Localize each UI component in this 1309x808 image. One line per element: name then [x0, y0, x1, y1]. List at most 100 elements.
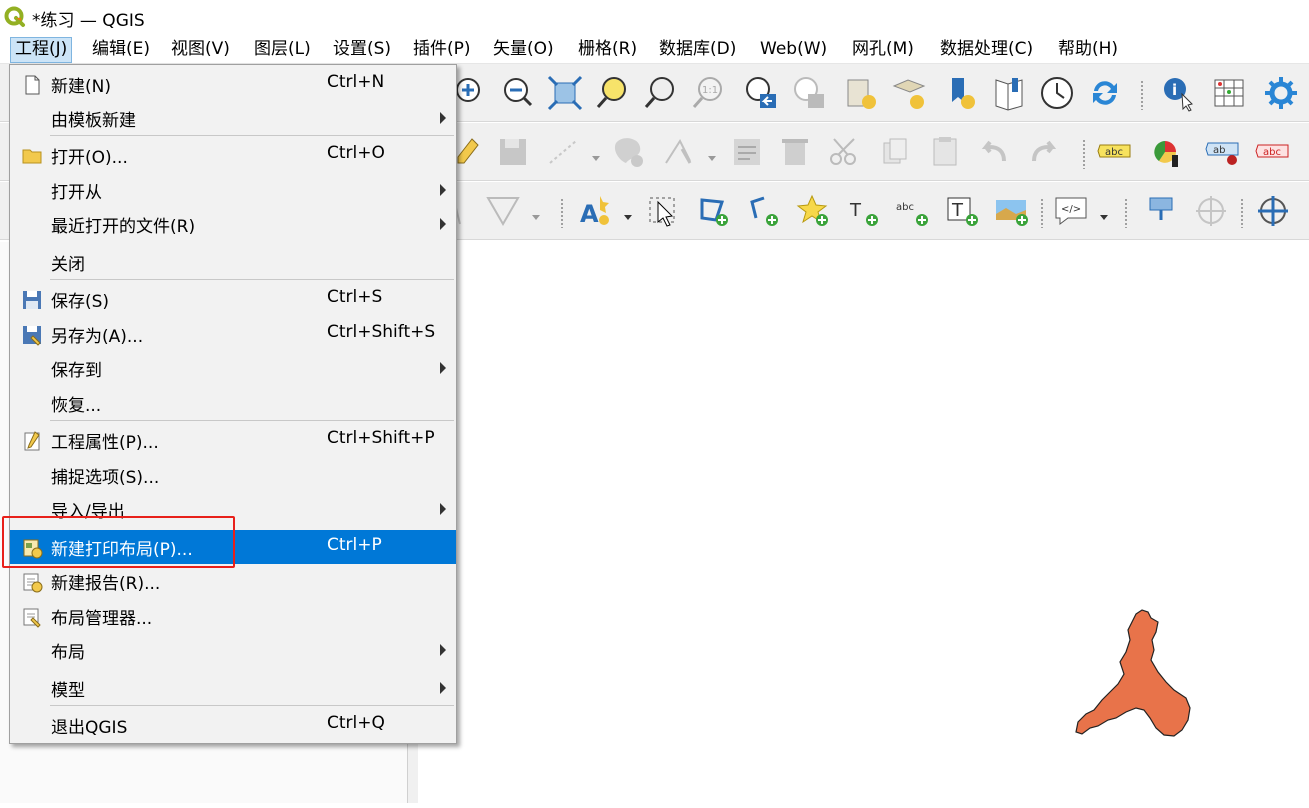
polygon-feature[interactable] — [1075, 609, 1191, 737]
menu-item-new-from-template[interactable]: 由模板新建 — [10, 101, 456, 135]
copy-features-icon[interactable] — [876, 133, 914, 171]
attribute-table-icon[interactable] — [1210, 74, 1248, 112]
add-line-icon[interactable] — [544, 133, 582, 171]
zoom-next-icon[interactable] — [790, 74, 828, 112]
temporal-controller-icon[interactable] — [1038, 74, 1076, 112]
layer-diagram-icon[interactable] — [1146, 133, 1184, 171]
chevron-down-icon[interactable] — [590, 149, 602, 161]
submenu-arrow-icon — [440, 362, 446, 374]
menu-item-layouts[interactable]: 布局 — [10, 633, 456, 667]
paste-features-icon[interactable] — [926, 133, 964, 171]
menu-item-models[interactable]: 模型 — [10, 671, 456, 705]
submenu-arrow-icon — [440, 218, 446, 230]
map-book-icon[interactable] — [990, 74, 1028, 112]
menu-vector[interactable]: 矢量(O) — [489, 37, 558, 63]
refresh-icon[interactable] — [1086, 74, 1124, 112]
window-title: *练习 — QGIS — [32, 11, 145, 31]
zoom-native-resolution-icon[interactable]: 1:1 — [690, 74, 728, 112]
map-canvas[interactable] — [418, 242, 1309, 803]
line-text-annotation-icon[interactable]: abc — [894, 192, 932, 230]
add-polygon-icon[interactable] — [610, 133, 648, 171]
georeferencer-icon[interactable] — [1254, 192, 1292, 230]
submenu-arrow-icon — [440, 644, 446, 656]
zoom-full-icon[interactable] — [546, 74, 584, 112]
qgis-logo-icon — [4, 6, 25, 27]
point-text-annotation-icon[interactable]: T — [844, 192, 882, 230]
spatial-bookmark-icon[interactable] — [942, 74, 980, 112]
marker-annotation-icon[interactable] — [794, 192, 832, 230]
toolbar-separator — [1140, 80, 1144, 110]
chevron-down-icon[interactable] — [706, 149, 718, 161]
redo-icon[interactable] — [1024, 133, 1062, 171]
zoom-to-selection-icon[interactable] — [594, 74, 632, 112]
delete-selected-icon[interactable] — [776, 133, 814, 171]
triangulation-icon[interactable] — [484, 192, 522, 230]
title-bar: *练习 — QGIS — [0, 0, 1309, 34]
show-bookmarks-icon[interactable] — [890, 74, 928, 112]
menu-item-save-to[interactable]: 保存到 — [10, 351, 456, 385]
folder-icon — [22, 149, 42, 164]
submenu-arrow-icon — [440, 112, 446, 124]
select-annotation-icon[interactable] — [644, 192, 682, 230]
zoom-last-icon[interactable] — [742, 74, 780, 112]
polygon-annotation-icon[interactable] — [694, 192, 732, 230]
cut-features-icon[interactable] — [826, 133, 864, 171]
menu-raster[interactable]: 栅格(R) — [574, 37, 641, 63]
zoom-out-icon[interactable] — [498, 74, 536, 112]
menu-item-new[interactable]: 新建(N) Ctrl+N — [10, 67, 456, 101]
menu-project[interactable]: 工程(J) — [10, 37, 73, 63]
menu-processing[interactable]: 数据处理(C) — [936, 37, 1037, 63]
html-annotation-icon[interactable]: </> — [1052, 192, 1090, 230]
menu-item-open[interactable]: 打开(O)... Ctrl+O — [10, 138, 456, 172]
menu-database[interactable]: 数据库(D) — [655, 37, 740, 63]
save-as-icon — [23, 326, 41, 346]
vertex-tool-icon[interactable] — [660, 133, 698, 171]
toolbar-separator — [1124, 198, 1128, 228]
new-file-icon — [25, 75, 40, 95]
picture-annotation-icon[interactable] — [994, 192, 1032, 230]
menu-layer[interactable]: 图层(L) — [250, 37, 315, 63]
toolbar-separator — [1082, 139, 1086, 169]
menu-item-exit-qgis[interactable]: 退出QGIS Ctrl+Q — [10, 708, 456, 742]
layer-labeling-icon[interactable]: abc — [1096, 133, 1134, 171]
menu-web[interactable]: Web(W) — [756, 37, 831, 63]
menu-view[interactable]: 视图(V) — [167, 37, 234, 63]
new-report-icon — [23, 573, 43, 593]
menu-item-close[interactable]: 关闭 — [10, 245, 456, 279]
menu-settings[interactable]: 设置(S) — [329, 37, 395, 63]
menu-item-open-from[interactable]: 打开从 — [10, 173, 456, 207]
label-options-icon[interactable]: abc — [1254, 133, 1292, 171]
undo-icon[interactable] — [976, 133, 1014, 171]
save-edits-icon[interactable] — [494, 133, 532, 171]
menu-mesh[interactable]: 网孔(M) — [848, 37, 918, 63]
text-annotation-icon[interactable]: A — [576, 192, 614, 230]
menu-item-snapping-options[interactable]: 捕捉选项(S)... — [10, 458, 456, 492]
menu-item-new-report[interactable]: 新建报告(R)... — [10, 564, 456, 598]
menu-bar: 工程(J) 编辑(E) 视图(V) 图层(L) 设置(S) 插件(P) 矢量(O… — [0, 34, 1309, 64]
new-spatial-bookmark-icon[interactable] — [842, 74, 880, 112]
rect-text-annotation-icon[interactable]: T — [944, 192, 982, 230]
modify-attributes-icon[interactable] — [728, 133, 766, 171]
menu-item-revert[interactable]: 恢复... — [10, 386, 456, 420]
svg-text:T: T — [849, 200, 862, 221]
show-labels-icon[interactable]: ab — [1204, 133, 1242, 171]
menu-edit[interactable]: 编辑(E) — [88, 37, 154, 63]
pin-labels-icon[interactable] — [1142, 192, 1180, 230]
menu-help[interactable]: 帮助(H) — [1054, 37, 1122, 63]
chevron-down-icon[interactable] — [530, 208, 542, 220]
menu-item-save-as[interactable]: 另存为(A)... Ctrl+Shift+S — [10, 317, 456, 351]
processing-toolbox-icon[interactable] — [1262, 74, 1300, 112]
menu-item-layout-manager[interactable]: 布局管理器... — [10, 599, 456, 633]
line-annotation-icon[interactable] — [744, 192, 782, 230]
move-label-icon[interactable] — [1192, 192, 1230, 230]
menu-plugins[interactable]: 插件(P) — [409, 37, 475, 63]
menu-item-save[interactable]: 保存(S) Ctrl+S — [10, 282, 456, 316]
identify-features-icon[interactable]: i — [1160, 74, 1198, 112]
chevron-down-icon[interactable] — [1098, 208, 1110, 220]
chevron-down-icon[interactable] — [622, 208, 634, 220]
menu-item-project-properties[interactable]: 工程属性(P)... Ctrl+Shift+P — [10, 423, 456, 457]
zoom-to-layer-icon[interactable] — [642, 74, 680, 112]
svg-text:abc: abc — [1105, 147, 1123, 158]
menu-item-recent-files[interactable]: 最近打开的文件(R) — [10, 207, 456, 241]
project-properties-icon — [24, 431, 40, 451]
